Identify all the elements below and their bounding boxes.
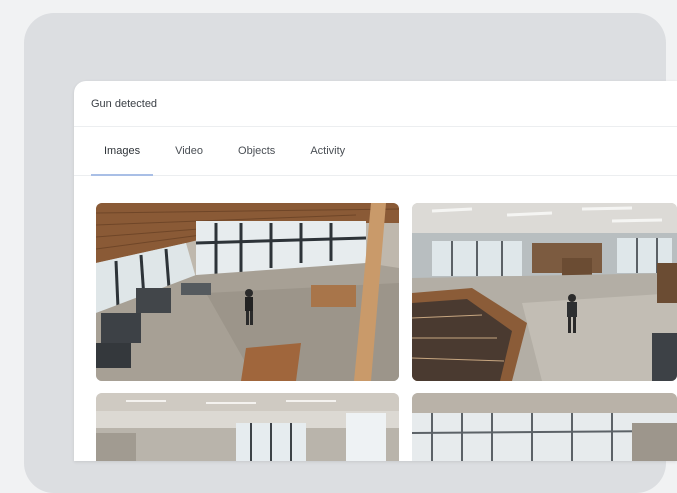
tab-video-label: Video: [175, 145, 204, 157]
detection-panel: Gun detected Images Video Objects Activi…: [74, 81, 677, 461]
tab-images[interactable]: Images: [91, 127, 154, 176]
tab-bar: Images Video Objects Activity: [74, 127, 677, 176]
tab-images-label: Images: [104, 145, 141, 157]
panel-header: Gun detected: [74, 81, 677, 127]
camera-image-atrium[interactable]: [412, 393, 677, 461]
tab-objects-label: Objects: [238, 145, 276, 157]
camera-image-lobby[interactable]: [96, 203, 399, 381]
panel-title: Gun detected: [91, 97, 158, 110]
tab-objects[interactable]: Objects: [225, 127, 288, 175]
camera-image-library[interactable]: [412, 203, 677, 381]
tab-video[interactable]: Video: [162, 127, 216, 175]
tab-activity-label: Activity: [310, 145, 346, 157]
camera-image-hallway[interactable]: [96, 393, 399, 461]
tab-activity[interactable]: Activity: [297, 127, 358, 175]
